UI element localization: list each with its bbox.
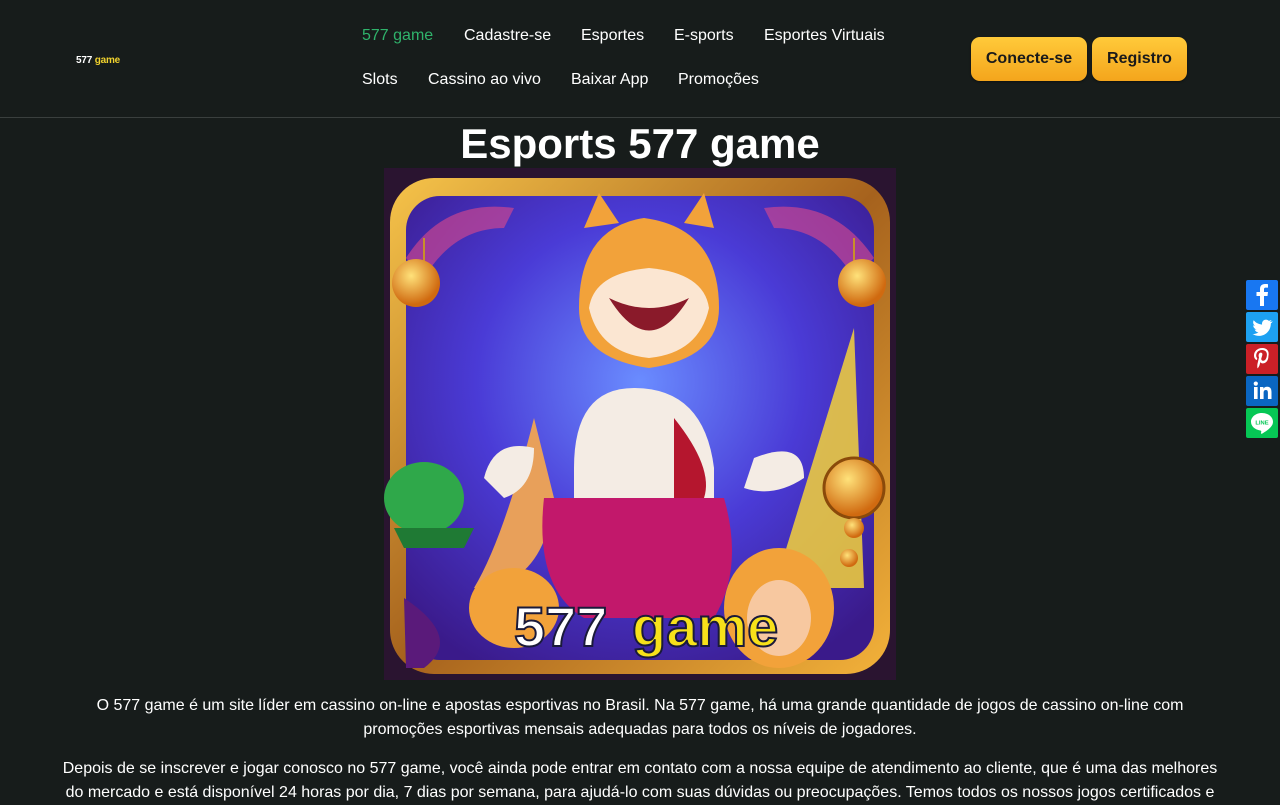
linkedin-icon (1246, 376, 1278, 406)
line-share-button[interactable]: LINE (1246, 408, 1278, 438)
nav-item-esportes-virtuais[interactable]: Esportes Virtuais (764, 27, 885, 45)
pinterest-share-button[interactable] (1246, 344, 1278, 374)
nav-item-promocoes[interactable]: Promoções (678, 71, 759, 89)
nav-item-cassino-ao-vivo[interactable]: Cassino ao vivo (428, 71, 541, 89)
nav-item-baixar-app[interactable]: Baixar App (571, 71, 648, 89)
site-header: 577 game 577 game Cadastre-se Esportes E… (0, 0, 1280, 118)
svg-text:LINE: LINE (1255, 421, 1268, 427)
linkedin-share-button[interactable] (1246, 376, 1278, 406)
hero-image: 577 game (384, 168, 896, 680)
nav-item-slots[interactable]: Slots (362, 71, 398, 89)
pinterest-icon (1246, 344, 1278, 374)
nav-item-577-game[interactable]: 577 game (362, 27, 433, 45)
hero-title-part2: game (632, 595, 778, 658)
nav-item-e-sports[interactable]: E-sports (674, 27, 734, 45)
facebook-share-button[interactable] (1246, 280, 1278, 310)
intro-paragraph: O 577 game é um site líder em cassino on… (96, 697, 1184, 738)
page-title: Esports 577 game (460, 120, 820, 167)
line-icon: LINE (1246, 408, 1278, 438)
details-paragraph: Depois de se inscrever e jogar conosco n… (62, 760, 1218, 801)
twitter-icon (1246, 312, 1278, 342)
nav-item-esportes[interactable]: Esportes (581, 27, 644, 45)
register-button[interactable]: Registro (1092, 37, 1187, 81)
site-logo[interactable]: 577 game (76, 55, 120, 66)
facebook-icon (1246, 280, 1278, 310)
hero-title-part1: 577 (514, 595, 607, 658)
nav-item-cadastre-se[interactable]: Cadastre-se (464, 27, 551, 45)
twitter-share-button[interactable] (1246, 312, 1278, 342)
login-button[interactable]: Conecte-se (971, 37, 1087, 81)
